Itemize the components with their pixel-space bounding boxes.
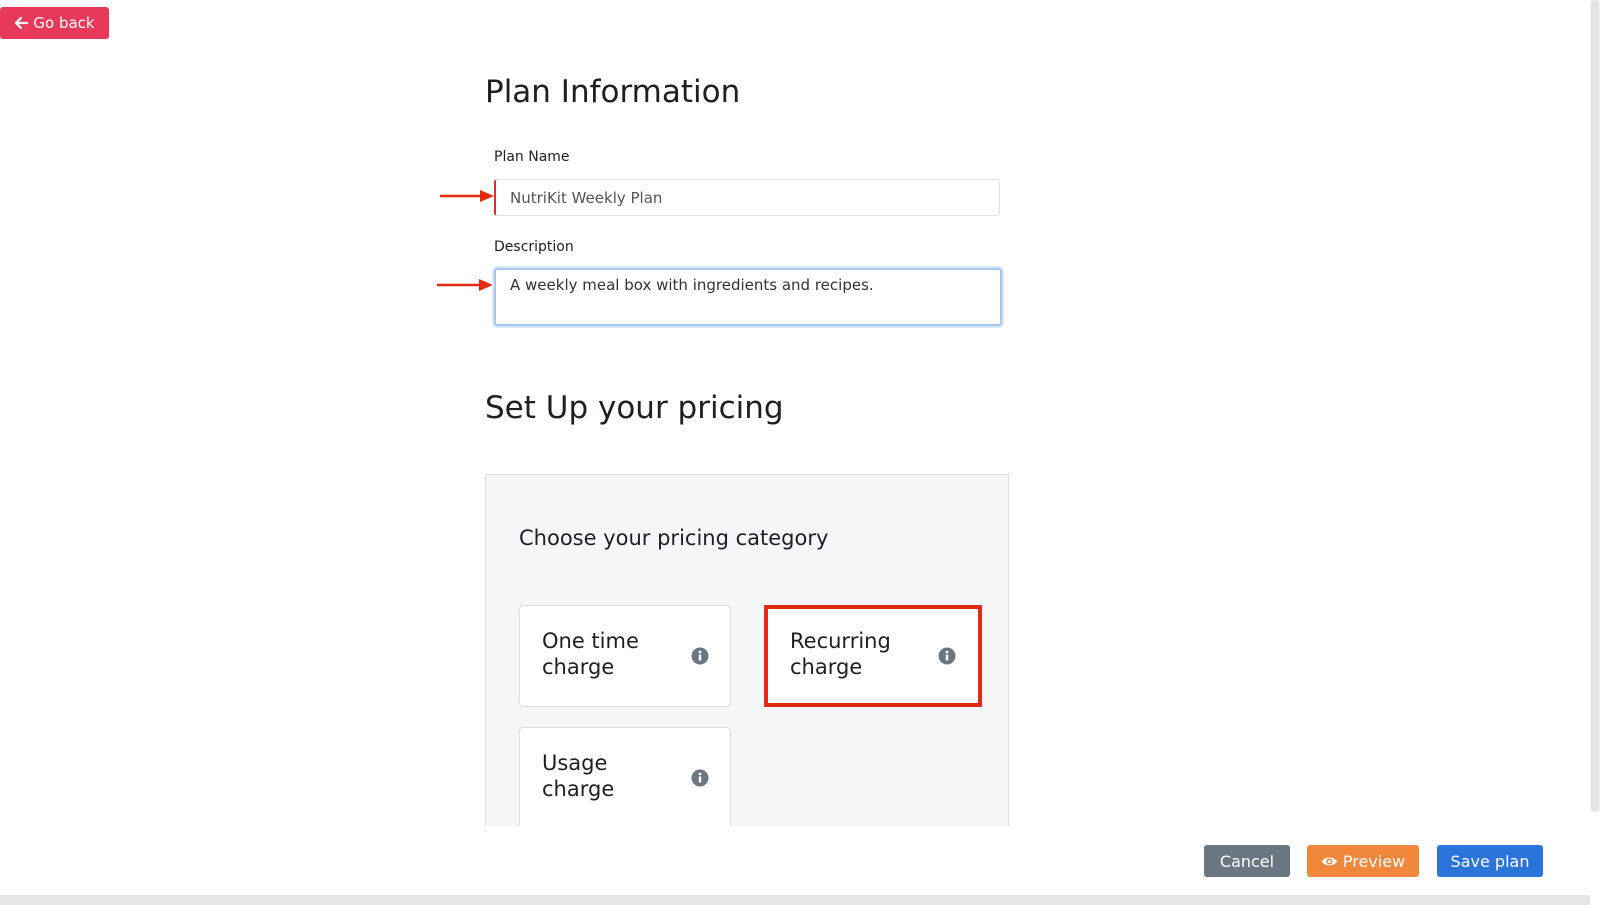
- preview-button[interactable]: Preview: [1307, 845, 1419, 877]
- plan-name-label: Plan Name: [494, 149, 570, 165]
- info-icon[interactable]: [691, 647, 709, 665]
- option-label: Recurring charge: [790, 629, 891, 679]
- option-label: Usage charge: [542, 751, 615, 801]
- save-plan-label: Save plan: [1450, 851, 1530, 871]
- go-back-button[interactable]: Go back: [0, 7, 109, 39]
- info-icon[interactable]: [691, 769, 709, 787]
- horizontal-scrollbar[interactable]: [0, 895, 1590, 905]
- annotation-arrow-icon: [437, 279, 493, 291]
- usage-charge-option[interactable]: Usage charge: [519, 727, 731, 826]
- pricing-category-panel: Choose your pricing category One time ch…: [485, 474, 1009, 826]
- pricing-heading: Set Up your pricing: [485, 390, 784, 426]
- eye-icon: [1321, 857, 1338, 865]
- option-label: One time charge: [542, 629, 639, 679]
- info-icon[interactable]: [938, 647, 956, 665]
- plan-name-input[interactable]: [494, 179, 1000, 216]
- plan-information-heading: Plan Information: [485, 74, 741, 110]
- pricing-category-title: Choose your pricing category: [519, 526, 829, 550]
- recurring-charge-option[interactable]: Recurring charge: [764, 605, 982, 707]
- cancel-label: Cancel: [1219, 851, 1275, 871]
- annotation-arrow-icon: [440, 190, 494, 202]
- description-label: Description: [494, 239, 574, 255]
- one-time-charge-option[interactable]: One time charge: [519, 605, 731, 707]
- go-back-label: Go back: [33, 14, 95, 32]
- description-textarea[interactable]: A weekly meal box with ingredients and r…: [494, 268, 1002, 326]
- preview-label: Preview: [1342, 851, 1406, 871]
- save-plan-button[interactable]: Save plan: [1437, 845, 1543, 877]
- cancel-button[interactable]: Cancel: [1204, 845, 1290, 877]
- vertical-scrollbar-thumb[interactable]: [1591, 0, 1599, 812]
- arrow-left-icon: [15, 16, 29, 30]
